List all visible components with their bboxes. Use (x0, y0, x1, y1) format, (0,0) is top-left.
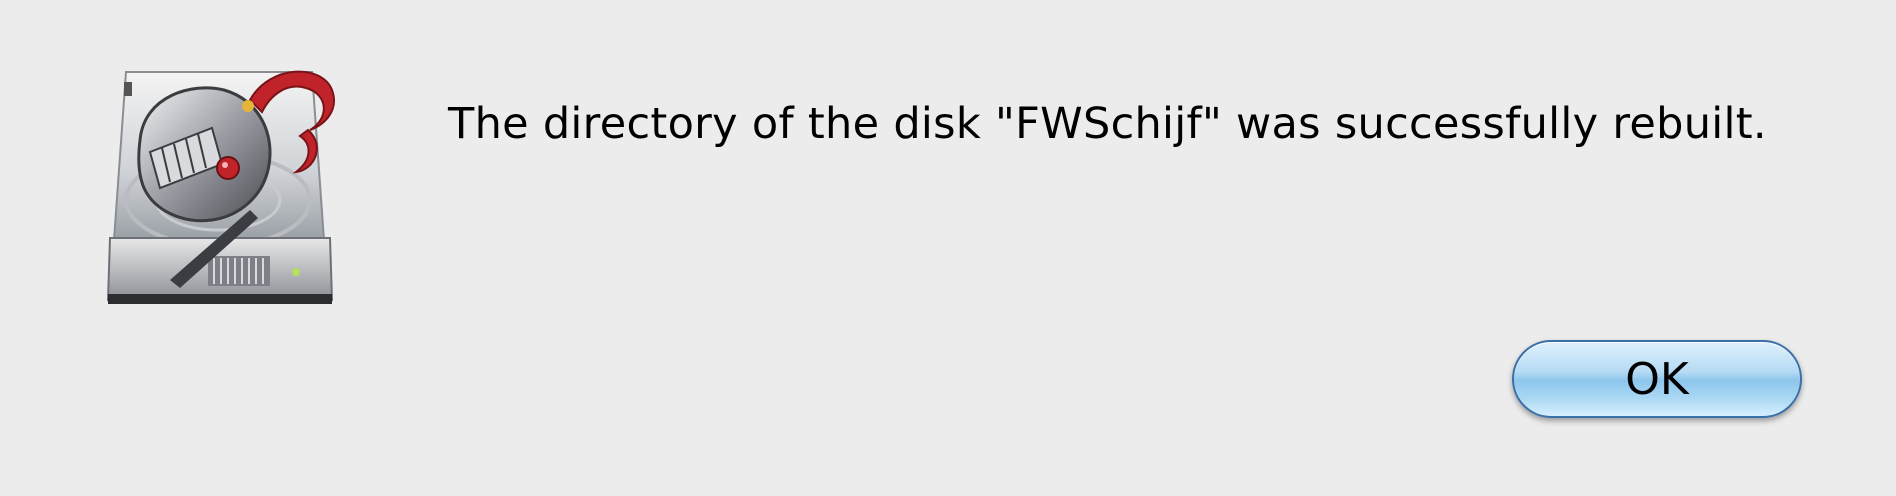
alert-message: The directory of the disk "FWSchijf" was… (448, 99, 1767, 149)
alert-dialog: The directory of the disk "FWSchijf" was… (0, 0, 1896, 496)
ok-button[interactable]: OK (1512, 340, 1802, 418)
disk-repair-knight-icon (100, 60, 350, 322)
